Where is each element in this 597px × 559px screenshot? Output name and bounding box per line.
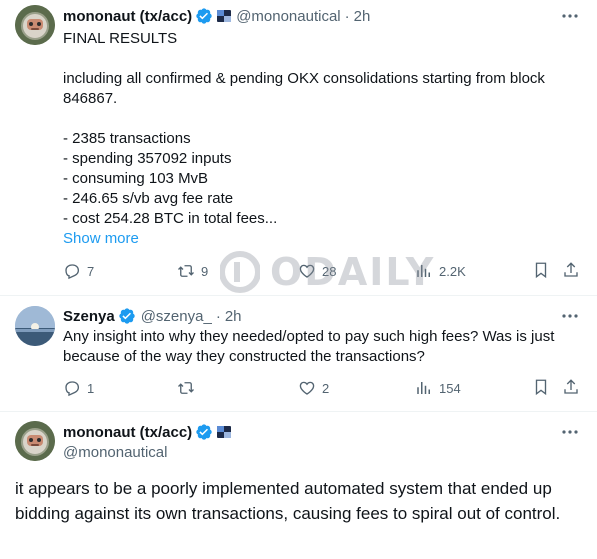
verified-badge-icon — [119, 308, 135, 324]
timestamp[interactable]: 2h — [354, 8, 371, 25]
repost-icon — [178, 382, 194, 394]
repost-icon — [178, 265, 194, 277]
author-handle[interactable]: @szenya_ — [141, 308, 212, 325]
avatar[interactable] — [15, 421, 55, 461]
tweet-text: FINAL RESULTS including all confirmed & … — [63, 30, 545, 227]
tweet-reply[interactable]: Szenya @szenya_ · 2h Any insight into wh… — [0, 296, 597, 411]
timestamp[interactable]: 2h — [225, 308, 242, 325]
more-options-icon[interactable] — [561, 423, 579, 441]
author-handle[interactable]: @mononautical — [236, 8, 340, 25]
views-button[interactable]: 154 — [415, 378, 461, 398]
view-count: 2.2K — [439, 263, 466, 279]
verified-badge-icon — [196, 8, 212, 24]
odaily-logo-icon — [220, 251, 260, 293]
bookmark-icon[interactable] — [532, 261, 550, 279]
avatar[interactable] — [15, 306, 55, 346]
reply-button[interactable]: 7 — [63, 261, 94, 281]
author-name[interactable]: mononaut (tx/acc) — [63, 8, 192, 25]
verified-badge-icon — [196, 424, 212, 440]
bookmark-icon[interactable] — [532, 378, 550, 396]
affiliate-flag-icon — [217, 10, 232, 22]
avatar[interactable] — [15, 5, 55, 45]
watermark-text: ODAILY — [270, 250, 436, 294]
like-count: 2 — [322, 380, 330, 396]
author-name[interactable]: Szenya — [63, 308, 115, 325]
reply-count: 7 — [87, 263, 95, 279]
affiliate-flag-icon — [217, 426, 232, 438]
action-bar: 1 2 154 — [63, 378, 581, 398]
reply-button[interactable]: 1 — [63, 378, 94, 398]
more-options-icon[interactable] — [561, 7, 579, 25]
odaily-watermark: ODAILY — [220, 250, 435, 294]
author-handle[interactable]: @mononautical — [63, 444, 167, 461]
reply-count: 1 — [87, 380, 95, 396]
like-button[interactable]: 2 — [298, 378, 329, 398]
repost-count: 9 — [201, 263, 209, 279]
separator-dot: · — [344, 7, 350, 25]
author-name[interactable]: mononaut (tx/acc) — [63, 424, 192, 441]
view-count: 154 — [439, 380, 461, 396]
reply-icon — [65, 264, 80, 280]
reply-icon — [65, 381, 80, 397]
share-icon[interactable] — [562, 261, 580, 279]
heart-icon — [299, 381, 315, 395]
tweet-text: Any insight into why they needed/opted t… — [63, 328, 555, 365]
share-icon[interactable] — [562, 378, 580, 396]
separator-dot: · — [215, 307, 221, 325]
repost-button[interactable] — [177, 378, 201, 398]
analytics-icon — [417, 382, 430, 394]
tweet-text: it appears to be a poorly implemented au… — [15, 479, 561, 523]
more-options-icon[interactable] — [561, 307, 579, 325]
repost-button[interactable]: 9 — [177, 261, 208, 281]
show-more-link[interactable]: Show more — [63, 230, 139, 247]
